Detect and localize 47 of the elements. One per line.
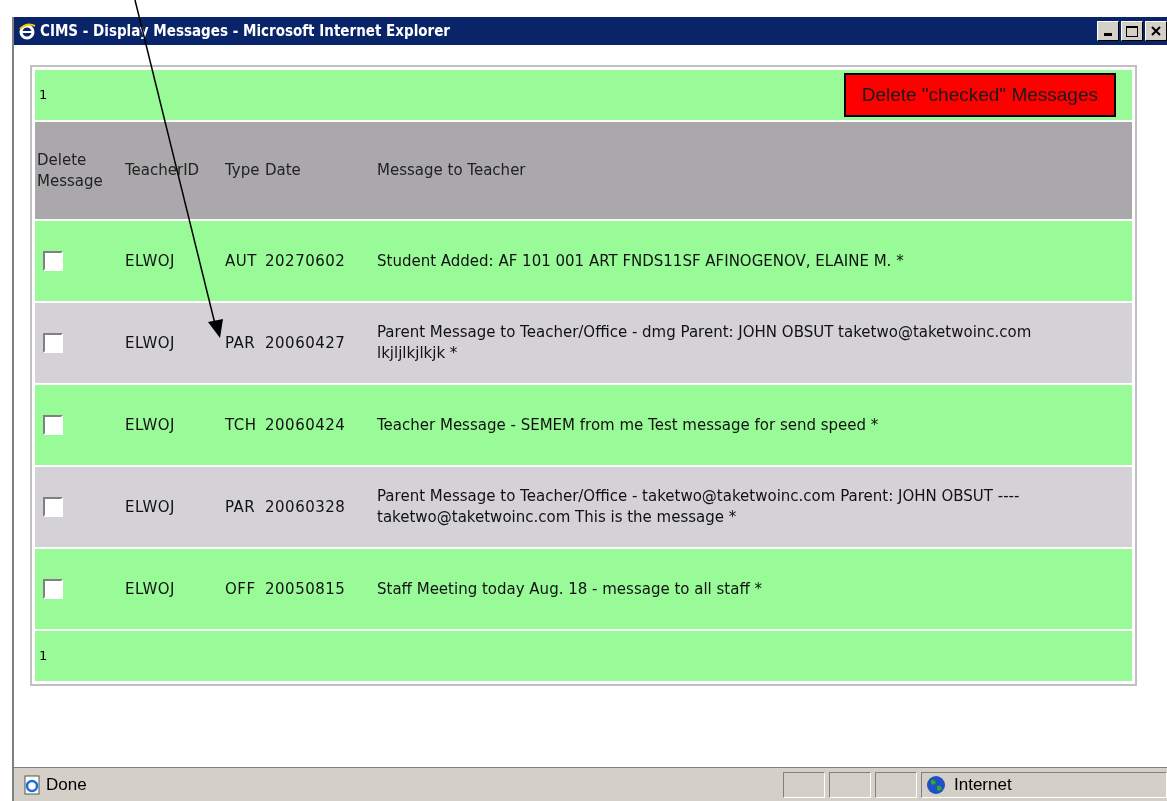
table-cell: ELWOJ	[125, 497, 176, 516]
table-cell-text: Teacher Message - SEMEM from me Test message for send speed *	[377, 414, 880, 436]
checkbox[interactable]	[43, 415, 63, 435]
checkbox[interactable]	[43, 579, 63, 599]
table-cell: ELWOJ	[125, 579, 176, 598]
column-header: Type	[225, 161, 260, 179]
table-cell-text: Staff Meeting today Aug. 18 - message to all staff *	[377, 578, 763, 600]
minimize-button[interactable]	[1097, 21, 1119, 41]
table-cell-text: Parent Message to Teacher/Office - dmg Parent: JOHN OBSUT taketwo@taketwoinc.com lkjljlkjlkjk *	[377, 322, 1033, 364]
zone-text: Internet	[954, 773, 1012, 796]
column-header: Message to Teacher	[377, 161, 526, 179]
status-pane	[875, 771, 917, 798]
table-cell: 20050815	[265, 579, 346, 598]
checkbox[interactable]	[43, 497, 63, 517]
minimize-icon	[1104, 33, 1112, 36]
status-pane	[829, 771, 871, 798]
page-number: 1	[39, 86, 48, 105]
table-cell-text: Parent Message to Teacher/Office - taketwo@taketwoinc.com Parent: JOHN OBSUT ---- taketwo@taketwoinc.com This is the message *	[377, 486, 1021, 528]
maximize-button[interactable]	[1121, 21, 1143, 41]
table-cell: TCH	[225, 415, 257, 434]
table-cell: PAR	[225, 333, 256, 352]
checkbox[interactable]	[43, 251, 63, 271]
delete-button[interactable]: Delete "checked" Messages	[843, 73, 1116, 117]
column-header: Delete Message	[37, 150, 103, 190]
table-cell: 20060427	[265, 333, 346, 352]
checkbox[interactable]	[43, 333, 63, 353]
close-button[interactable]	[1145, 21, 1167, 41]
table-cell: ELWOJ	[125, 415, 176, 434]
globe-icon	[926, 774, 946, 795]
table-cell: 20060328	[265, 497, 346, 516]
table-cell: 20060424	[265, 415, 346, 434]
table-cell: OFF	[225, 579, 256, 598]
table-cell: 20270602	[265, 251, 346, 270]
table-cell-text: Student Added: AF 101 001 ART FNDS11SF AFINOGENOV, ELAINE M. *	[377, 250, 905, 272]
table-cell: ELWOJ	[125, 333, 176, 352]
table-cell: PAR	[225, 497, 256, 516]
maximize-icon	[1126, 25, 1138, 37]
page-icon	[22, 774, 42, 795]
column-header: Date	[265, 161, 301, 179]
browser-icon	[18, 22, 36, 40]
window-title: CIMS - Display Messages - Microsoft Internet Explorer	[40, 20, 450, 42]
page-number: 1	[39, 647, 48, 666]
status-pane	[783, 771, 825, 798]
status-text: Done	[46, 773, 87, 796]
table-cell: ELWOJ	[125, 251, 176, 270]
close-icon	[1151, 26, 1161, 36]
table-cell: AUT	[225, 251, 257, 270]
